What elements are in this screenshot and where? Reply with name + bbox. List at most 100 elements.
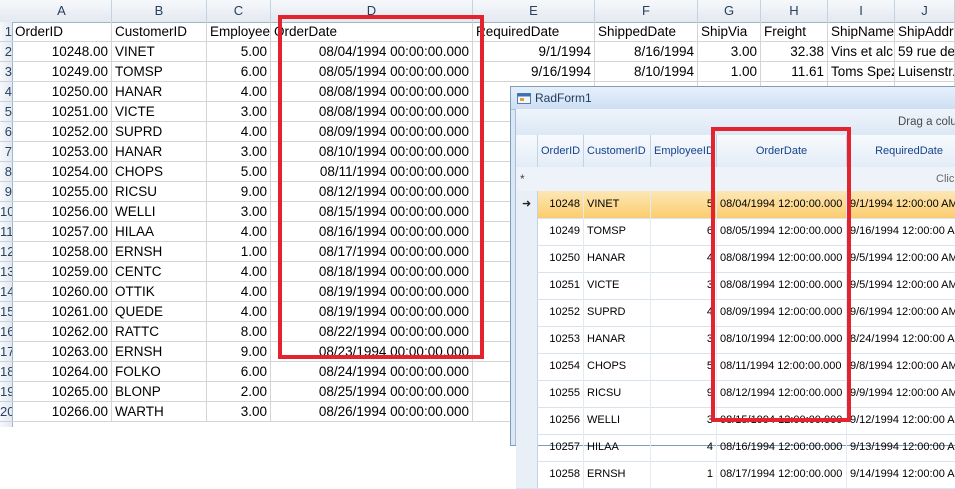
table-cell[interactable]: 32.38 [761,42,828,62]
grid-cell[interactable]: 9/13/1994 12:00:00 AM [847,434,955,461]
table-cell[interactable]: 4.00 [207,122,271,142]
table-cell[interactable]: HANAR [112,82,207,102]
column-header-i[interactable]: I [828,0,895,22]
table-cell[interactable]: 08/26/1994 00:00:00.000 [271,402,473,422]
table-cell[interactable]: 59 rue de [895,42,955,62]
column-title-cell[interactable]: OrderDate [271,22,473,42]
table-cell[interactable]: QUEDE [112,302,207,322]
grid-cell[interactable]: 10258 [538,461,584,488]
table-cell[interactable]: 10252.00 [12,122,112,142]
grid-header-customerid[interactable]: CustomerID [584,135,651,167]
row-header[interactable]: 18 [0,362,12,382]
grid-cell[interactable]: 1 [651,461,717,488]
row-header[interactable]: 7 [0,142,12,162]
grid-row[interactable]: 10257 HILAA 4 08/16/1994 12:00:00.000 9/13/1… [516,434,955,462]
table-cell[interactable]: OTTIK [112,282,207,302]
grid-cell[interactable]: 3 [651,326,717,353]
window-title-bar[interactable]: RadForm1 [511,87,955,110]
grid-cell[interactable]: 9/8/1994 12:00:00 AM [847,353,955,380]
grid-cell[interactable]: 9/9/1994 12:00:00 AM [847,380,955,407]
column-header-c[interactable]: C [207,0,271,22]
grid-cell[interactable]: 8/24/1994 12:00:00 AM [847,326,955,353]
row-indicator[interactable] [516,380,538,407]
table-cell[interactable]: 9/16/1994 [473,62,595,82]
table-cell[interactable]: 08/04/1994 00:00:00.000 [271,42,473,62]
grid-cell[interactable]: WELLI [584,407,651,434]
column-header-j[interactable]: J [895,0,955,22]
table-cell[interactable]: 08/17/1994 00:00:00.000 [271,242,473,262]
table-cell[interactable]: 10264.00 [12,362,112,382]
column-title-cell[interactable]: Freight [761,22,828,42]
table-cell[interactable]: 5.00 [207,162,271,182]
grid-cell[interactable]: 3 [651,272,717,299]
table-cell[interactable]: 5.00 [207,42,271,62]
table-cell[interactable]: Luisenstr. [895,62,955,82]
table-cell[interactable]: 2.00 [207,382,271,402]
grid-cell[interactable]: 10249 [538,218,584,245]
grid-cell[interactable]: 08/04/1994 12:00:00.000 [717,191,847,218]
column-title-cell[interactable]: ShipVia [698,22,761,42]
table-cell[interactable]: WARTH [112,402,207,422]
grid-cell[interactable]: 5 [651,191,717,218]
row-indicator[interactable] [516,245,538,272]
table-cell[interactable]: 3.00 [207,402,271,422]
grid-row[interactable]: 10258 ERNSH 1 08/17/1994 12:00:00.000 9/14/1… [516,461,955,489]
table-cell[interactable]: 10258.00 [12,242,112,262]
table-cell[interactable]: 3.00 [207,202,271,222]
row-header[interactable]: 1 [0,22,12,42]
grid-cell[interactable]: 08/09/1994 12:00:00.000 [717,299,847,326]
radform-window[interactable]: RadForm1 Drag a colu OrderID CustomerID … [510,86,955,489]
row-indicator[interactable] [516,218,538,245]
table-cell[interactable]: 08/19/1994 00:00:00.000 [271,302,473,322]
grid-row-selected[interactable]: ➜ 10248 VINET 5 08/04/1994 12:00:00.000 9/1/1… [516,191,955,219]
table-cell[interactable]: Toms Spez [828,62,895,82]
table-cell[interactable]: CENTC [112,262,207,282]
table-cell[interactable]: 10261.00 [12,302,112,322]
table-cell[interactable]: 4.00 [207,282,271,302]
grid-cell[interactable]: 10257 [538,434,584,461]
table-cell[interactable]: 08/15/1994 00:00:00.000 [271,202,473,222]
grid-cell[interactable]: 9/16/1994 12:00:00 AM [847,218,955,245]
grid-cell[interactable]: RICSU [584,380,651,407]
grid-cell[interactable]: CHOPS [584,353,651,380]
table-cell[interactable]: 8/16/1994 [595,42,698,62]
grid-cell[interactable]: 5 [651,353,717,380]
table-cell[interactable]: HANAR [112,142,207,162]
table-cell[interactable]: 9/1/1994 [473,42,595,62]
grid-cell[interactable]: HILAA [584,434,651,461]
grid-row[interactable]: 10249 TOMSP 6 08/05/1994 12:00:00.000 9/16/1… [516,218,955,246]
table-cell[interactable]: 08/19/1994 00:00:00.000 [271,282,473,302]
grid-cell[interactable]: 9/6/1994 12:00:00 AM [847,299,955,326]
table-cell[interactable]: Vins et alc [828,42,895,62]
grid-row[interactable]: 10256 WELLI 3 08/15/1994 12:00:00.000 9/12/1… [516,407,955,435]
grid-row[interactable]: 10253 HANAR 3 08/10/1994 12:00:00.000 8/24/1… [516,326,955,354]
column-title-cell[interactable]: ShippedDate [595,22,698,42]
table-cell[interactable]: 4.00 [207,222,271,242]
row-header[interactable]: 4 [0,82,12,102]
grid-cell[interactable]: ERNSH [584,461,651,488]
grid-cell[interactable]: 4 [651,245,717,272]
table-cell[interactable]: 08/23/1994 00:00:00.000 [271,342,473,362]
table-cell[interactable]: 08/24/1994 00:00:00.000 [271,362,473,382]
table-cell[interactable]: BLONP [112,382,207,402]
row-indicator[interactable] [516,326,538,353]
grid-cell[interactable]: 10254 [538,353,584,380]
grid-row[interactable]: 10255 RICSU 9 08/12/1994 12:00:00.000 9/9/19… [516,380,955,408]
table-cell[interactable]: ERNSH [112,342,207,362]
new-row[interactable]: * Click [516,167,955,192]
row-header[interactable]: 17 [0,342,12,362]
row-header[interactable]: 15 [0,302,12,322]
table-cell[interactable]: 10250.00 [12,82,112,102]
grid-cell[interactable]: 9/5/1994 12:00:00 AM [847,245,955,272]
table-cell[interactable]: 4.00 [207,262,271,282]
rad-grid-view[interactable]: Drag a colu OrderID CustomerID EmployeeI… [515,109,955,489]
grid-cell[interactable]: 4 [651,299,717,326]
column-title-cell[interactable]: CustomerID [112,22,207,42]
grid-header-orderdate[interactable]: OrderDate [717,135,847,167]
grid-cell[interactable]: 08/08/1994 12:00:00.000 [717,245,847,272]
row-header[interactable]: 20 [0,402,12,422]
table-cell[interactable]: RICSU [112,182,207,202]
column-header-g[interactable]: G [698,0,761,22]
table-cell[interactable]: HILAA [112,222,207,242]
table-cell[interactable]: 10251.00 [12,102,112,122]
